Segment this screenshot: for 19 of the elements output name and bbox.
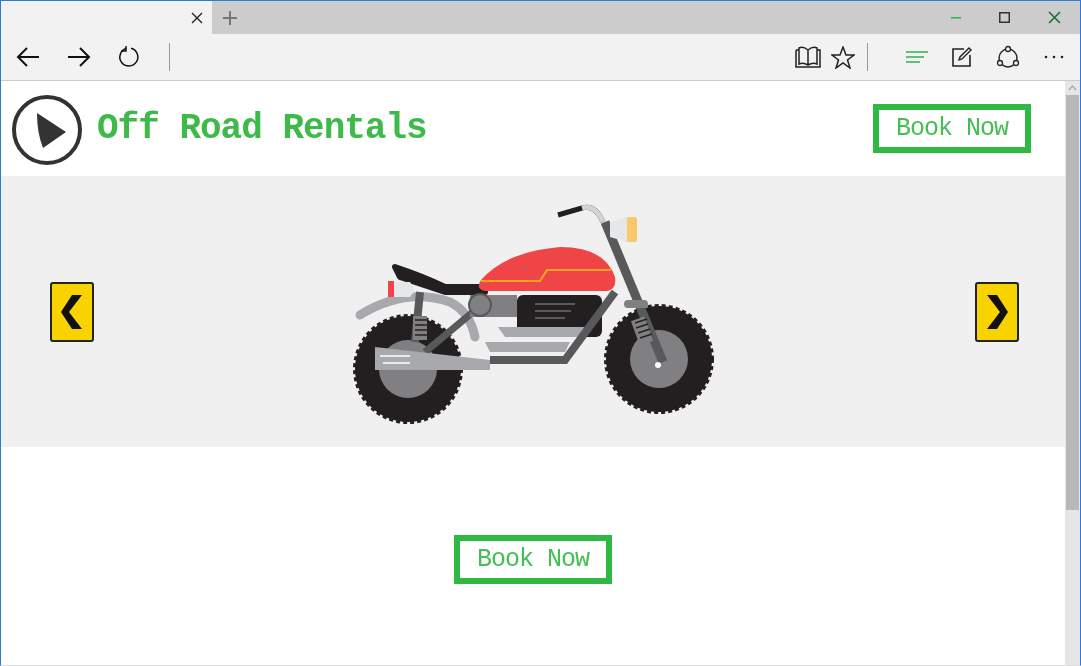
logo-icon — [11, 92, 83, 165]
next-slide-button[interactable] — [975, 281, 1019, 342]
star-icon[interactable] — [831, 45, 855, 69]
refresh-icon[interactable] — [118, 46, 140, 68]
new-tab-icon[interactable] — [223, 10, 237, 25]
book-now-button[interactable]: Book Now — [454, 535, 612, 584]
note-icon[interactable] — [952, 47, 972, 67]
site-title: Off Road Rentals — [97, 108, 427, 149]
back-icon[interactable] — [16, 47, 40, 67]
forward-icon[interactable] — [67, 47, 91, 67]
previous-slide-button[interactable] — [50, 281, 94, 342]
book-icon[interactable] — [795, 46, 821, 68]
scrollbar[interactable] — [1065, 81, 1080, 665]
scrollbar-thumb[interactable] — [1066, 95, 1079, 510]
share-icon[interactable] — [996, 45, 1020, 69]
maximize-icon[interactable] — [999, 12, 1010, 23]
more-icon[interactable] — [1044, 55, 1064, 59]
book-now-button[interactable]: Book Now — [872, 104, 1031, 153]
close-icon[interactable] — [191, 11, 203, 24]
